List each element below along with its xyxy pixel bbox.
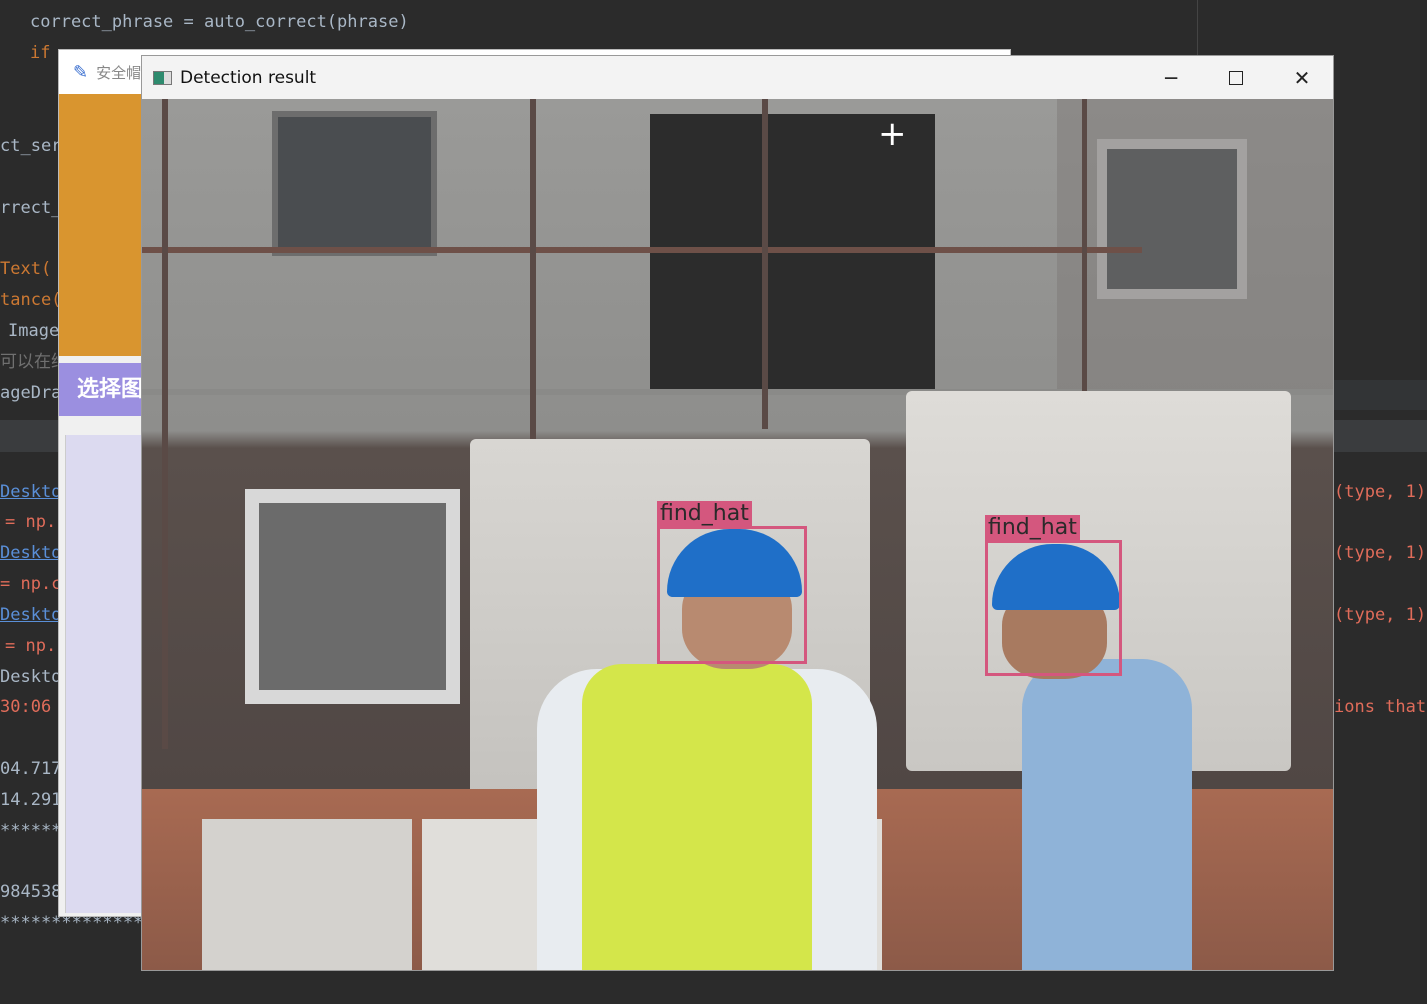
- minimize-button[interactable]: ─: [1138, 56, 1204, 99]
- worker-shirt: [1022, 659, 1192, 970]
- app-icon: [153, 70, 172, 85]
- console-line: Deskto: [0, 667, 62, 687]
- console-line: (type, 1): [1334, 543, 1427, 563]
- scaffold-bar: [762, 99, 768, 429]
- console-line: ions that: [1334, 697, 1427, 717]
- detection-result-window[interactable]: Detection result ─ ✕ find_hat find_hat +: [141, 55, 1334, 971]
- console-line: = np.c: [0, 574, 62, 594]
- code-fragment: rrect_: [0, 198, 62, 218]
- console-line: (type, 1): [1334, 482, 1427, 502]
- close-icon: ✕: [1293, 65, 1311, 90]
- detection-box: [985, 540, 1122, 676]
- header-banner: [59, 94, 142, 356]
- detection-label: find_hat: [985, 515, 1080, 541]
- crosshair-cursor-icon: +: [878, 114, 907, 154]
- image-panel: [65, 435, 145, 913]
- console-line: (type, 1): [1334, 605, 1427, 625]
- wall-panel: [1057, 99, 1333, 389]
- console-line[interactable]: Deskto: [0, 543, 61, 563]
- window-title: 安全帽: [96, 63, 142, 82]
- code-fragment: Image: [8, 321, 60, 341]
- panel-band: [1334, 380, 1427, 410]
- scaffold-bar: [142, 247, 1142, 253]
- maximize-icon: [1229, 70, 1243, 85]
- console-line: 30:06: [0, 697, 52, 717]
- ide-separator: [1197, 0, 1198, 55]
- console-line: ******: [0, 821, 62, 841]
- scaffold-bar: [162, 99, 168, 749]
- detection-box: [657, 526, 807, 664]
- minimize-icon: ─: [1164, 65, 1178, 90]
- code-fragment: Text(: [0, 259, 52, 279]
- code-fragment: ct_ser: [0, 136, 62, 156]
- code-line: if: [30, 43, 51, 63]
- window-lower: [245, 489, 460, 704]
- code-fragment: ageDra: [0, 383, 62, 403]
- console-line[interactable]: Deskto: [0, 605, 61, 625]
- detection-label: find_hat: [657, 501, 752, 527]
- scaffold-bar: [530, 99, 536, 439]
- window-title: Detection result: [180, 67, 317, 88]
- code-line: correct_phrase = auto_correct(phrase): [30, 12, 409, 32]
- console-line: = np.: [5, 636, 57, 656]
- console-line: = np.: [5, 512, 57, 532]
- console-line[interactable]: Deskto: [0, 482, 61, 502]
- scaffold-bar: [1082, 99, 1087, 399]
- console-line: 14.291: [0, 790, 62, 810]
- feather-icon: ✎: [73, 61, 89, 83]
- detection-image: find_hat find_hat +: [142, 99, 1333, 970]
- select-image-button[interactable]: 选择图: [59, 363, 142, 416]
- code-fragment: tance(: [0, 290, 62, 310]
- window-dark: [272, 111, 437, 256]
- console-line: 984538: [0, 882, 62, 902]
- close-button[interactable]: ✕: [1269, 56, 1333, 99]
- maximize-button[interactable]: [1203, 56, 1269, 99]
- console-line: 04.717: [0, 759, 62, 779]
- wrapped-pallet: [202, 819, 412, 970]
- detection-titlebar[interactable]: Detection result ─ ✕: [142, 56, 1333, 99]
- safety-vest: [582, 664, 812, 970]
